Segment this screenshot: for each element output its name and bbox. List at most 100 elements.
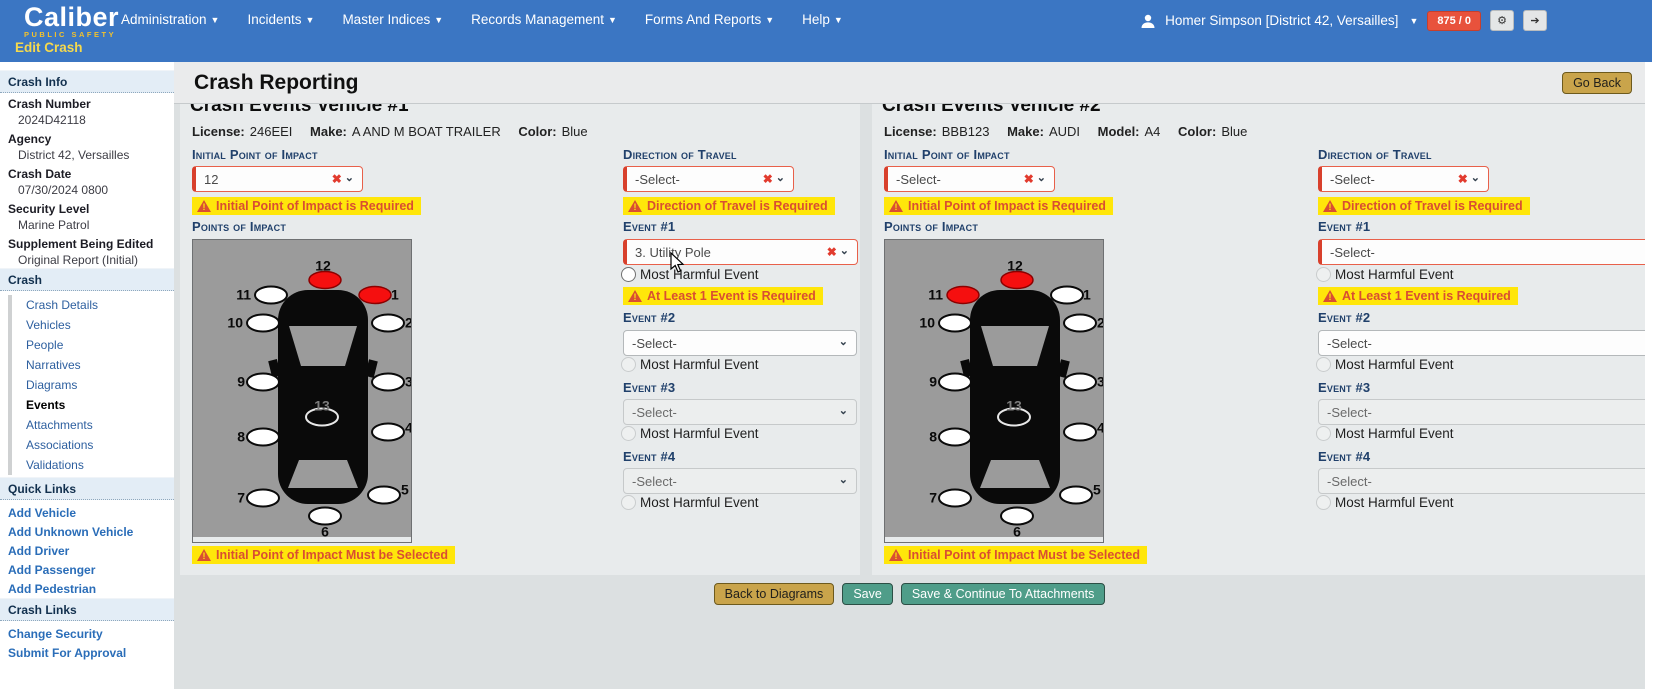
clear-icon[interactable]: ✖ xyxy=(827,245,837,259)
notification-badge[interactable]: 875 / 0 xyxy=(1427,11,1481,31)
poi-oval-3[interactable] xyxy=(1064,374,1096,391)
user-menu[interactable]: Homer Simpson [District 42, Versailles] xyxy=(1165,13,1398,28)
event-4-most-harmful-radio[interactable]: Most Harmful Event xyxy=(621,495,759,510)
poi-oval-5[interactable] xyxy=(1060,487,1092,504)
go-back-button[interactable]: Go Back xyxy=(1562,72,1632,94)
poi-number-1: 1 xyxy=(1083,287,1091,303)
menu-administration[interactable]: Administration▼ xyxy=(121,12,219,27)
event-1-most-harmful-radio[interactable]: Most Harmful Event xyxy=(1316,267,1454,282)
clear-icon[interactable]: ✖ xyxy=(1458,172,1468,186)
direction-select[interactable]: -Select- ✖⌄ xyxy=(623,166,794,192)
vehicle-1-info: License:246EEI Make:A AND M BOAT TRAILER… xyxy=(192,124,602,139)
poi-oval-8[interactable] xyxy=(247,429,279,446)
poi-oval-9[interactable] xyxy=(247,374,279,391)
event-1-select[interactable]: 3. Utility Pole ✖⌄ xyxy=(623,239,858,265)
link-add-vehicle[interactable]: Add Vehicle xyxy=(0,503,174,522)
initial-point-select[interactable]: -Select- ✖⌄ xyxy=(884,166,1055,192)
event-3-select[interactable]: -Select- ⌄ xyxy=(623,399,857,425)
event-2-select[interactable]: -Select- ⌄ xyxy=(1318,330,1645,356)
poi-oval-12[interactable] xyxy=(1001,272,1033,289)
poi-oval-4[interactable] xyxy=(1064,424,1096,441)
link-change-security[interactable]: Change Security xyxy=(0,624,174,643)
poi-number-3: 3 xyxy=(1097,374,1103,390)
sidebar-header-crash-links: Crash Links xyxy=(0,598,174,621)
sidebar-item-crash-details[interactable]: Crash Details xyxy=(12,295,174,315)
poi-oval-5[interactable] xyxy=(368,487,400,504)
poi-number-6: 6 xyxy=(1013,524,1021,538)
poi-number-2: 2 xyxy=(1097,315,1103,331)
radio-icon[interactable] xyxy=(621,267,636,282)
event-1-most-harmful-radio[interactable]: Most Harmful Event xyxy=(621,267,759,282)
clear-icon[interactable]: ✖ xyxy=(1024,172,1034,186)
logout-button[interactable]: ➔ xyxy=(1523,10,1547,31)
direction-select[interactable]: -Select- ✖⌄ xyxy=(1318,166,1489,192)
event-1-select[interactable]: -Select- ✖⌄ xyxy=(1318,239,1645,265)
poi-oval-6[interactable] xyxy=(1001,508,1033,525)
poi-oval-4[interactable] xyxy=(372,424,404,441)
points-of-impact-diagram[interactable]: 12345678910111213 xyxy=(192,239,412,543)
poi-oval-2[interactable] xyxy=(372,315,404,332)
save-button[interactable]: Save xyxy=(842,583,893,605)
menu-forms-and-reports[interactable]: Forms And Reports▼ xyxy=(645,12,774,27)
poi-oval-8[interactable] xyxy=(939,429,971,446)
event-2-select[interactable]: -Select- ⌄ xyxy=(623,330,857,356)
clear-icon[interactable]: ✖ xyxy=(332,172,342,186)
settings-button[interactable]: ⚙ xyxy=(1490,10,1514,31)
poi-oval-11[interactable] xyxy=(255,287,287,304)
link-submit-for-approval[interactable]: Submit For Approval xyxy=(0,643,174,662)
event-1-error: !At Least 1 Event is Required xyxy=(1318,287,1518,305)
link-add-passenger[interactable]: Add Passenger xyxy=(0,560,174,579)
link-add-pedestrian[interactable]: Add Pedestrian xyxy=(0,579,174,598)
event-3-most-harmful-radio[interactable]: Most Harmful Event xyxy=(621,426,759,441)
chevron-down-icon: ▼ xyxy=(211,15,220,25)
poi-oval-6[interactable] xyxy=(309,508,341,525)
event-4-most-harmful-radio[interactable]: Most Harmful Event xyxy=(1316,495,1454,510)
poi-oval-10[interactable] xyxy=(247,315,279,332)
sidebar-item-associations[interactable]: Associations xyxy=(12,435,174,455)
event-2-most-harmful-radio[interactable]: Most Harmful Event xyxy=(621,357,759,372)
link-add-unknown-vehicle[interactable]: Add Unknown Vehicle xyxy=(0,522,174,541)
event-4-select[interactable]: -Select- ⌄ xyxy=(623,468,857,494)
sidebar-item-validations[interactable]: Validations xyxy=(12,455,174,475)
back-to-diagrams-button[interactable]: Back to Diagrams xyxy=(714,583,835,605)
link-add-driver[interactable]: Add Driver xyxy=(0,541,174,560)
event-2-most-harmful-radio[interactable]: Most Harmful Event xyxy=(1316,357,1454,372)
poi-number-13: 13 xyxy=(1006,398,1022,414)
sidebar-item-events[interactable]: Events xyxy=(12,395,174,415)
event-3-most-harmful-radio[interactable]: Most Harmful Event xyxy=(1316,426,1454,441)
poi-oval-1[interactable] xyxy=(1051,287,1083,304)
edit-crash-link[interactable]: Edit Crash xyxy=(15,40,83,55)
sidebar-item-vehicles[interactable]: Vehicles xyxy=(12,315,174,335)
menu-master-indices[interactable]: Master Indices▼ xyxy=(342,12,443,27)
event-4-select[interactable]: -Select- ⌄ xyxy=(1318,468,1645,494)
poi-oval-10[interactable] xyxy=(939,315,971,332)
poi-oval-12[interactable] xyxy=(309,272,341,289)
poi-oval-3[interactable] xyxy=(372,374,404,391)
poi-oval-9[interactable] xyxy=(939,374,971,391)
menu-records-management[interactable]: Records Management▼ xyxy=(471,12,617,27)
save-continue-button[interactable]: Save & Continue To Attachments xyxy=(901,583,1106,605)
sidebar-item-people[interactable]: People xyxy=(12,335,174,355)
points-of-impact-error: !Initial Point of Impact Must be Selecte… xyxy=(192,546,455,564)
poi-oval-2[interactable] xyxy=(1064,315,1096,332)
menu-incidents[interactable]: Incidents▼ xyxy=(247,12,314,27)
chevron-down-icon: ⌄ xyxy=(1471,171,1480,184)
clear-icon[interactable]: ✖ xyxy=(763,172,773,186)
menu-help[interactable]: Help▼ xyxy=(802,12,843,27)
poi-oval-7[interactable] xyxy=(939,490,971,507)
chevron-down-icon[interactable]: ▼ xyxy=(1409,16,1418,26)
warning-icon: ! xyxy=(197,549,211,561)
initial-point-select[interactable]: 12 ✖⌄ xyxy=(192,166,363,192)
poi-oval-1[interactable] xyxy=(359,287,391,304)
sidebar-item-narratives[interactable]: Narratives xyxy=(12,355,174,375)
sidebar-item-attachments[interactable]: Attachments xyxy=(12,415,174,435)
radio-icon[interactable] xyxy=(1316,267,1331,282)
poi-oval-11[interactable] xyxy=(947,287,979,304)
poi-oval-7[interactable] xyxy=(247,490,279,507)
warning-icon: ! xyxy=(197,200,211,212)
chevron-down-icon: ▼ xyxy=(306,15,315,25)
sidebar-item-diagrams[interactable]: Diagrams xyxy=(12,375,174,395)
points-of-impact-diagram[interactable]: 12345678910111213 xyxy=(884,239,1104,543)
radio-icon xyxy=(621,495,636,510)
event-3-select[interactable]: -Select- ⌄ xyxy=(1318,399,1645,425)
